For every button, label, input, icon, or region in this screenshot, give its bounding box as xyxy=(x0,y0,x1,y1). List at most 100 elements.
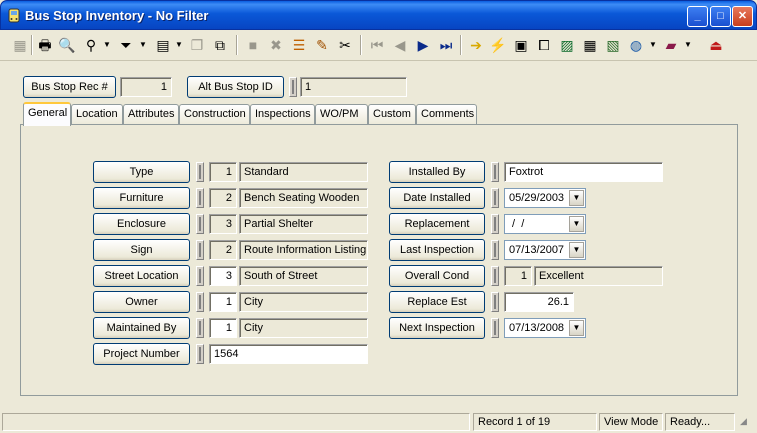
lightning-icon[interactable]: ⚡ xyxy=(487,34,509,56)
tab-comments[interactable]: Comments xyxy=(416,104,477,125)
calculator-icon[interactable]: ▦ xyxy=(579,34,601,56)
print-preview-icon[interactable]: 🔍 xyxy=(56,34,78,56)
overall-cond-button[interactable]: Overall Cond xyxy=(389,265,485,287)
book-dropdown-icon[interactable]: ▼ xyxy=(684,34,692,56)
date-installed-button[interactable]: Date Installed xyxy=(389,187,485,209)
alt-bus-stop-id-button[interactable]: Alt Bus Stop ID xyxy=(187,76,284,98)
last-inspection-field[interactable]: 07/13/2007 ▼ xyxy=(504,240,586,260)
tab-custom[interactable]: Custom xyxy=(368,104,416,125)
find-icon[interactable]: ⚲ xyxy=(80,34,102,56)
tab-general[interactable]: General xyxy=(23,102,71,126)
tab-location[interactable]: Location xyxy=(71,104,123,125)
replacement-value: / / xyxy=(509,218,525,230)
street-location-code[interactable]: 3 xyxy=(209,266,237,286)
replace-est-button[interactable]: Replace Est xyxy=(389,291,485,313)
stop-icon[interactable]: ■ xyxy=(242,34,264,56)
last-inspection-grip[interactable] xyxy=(491,240,499,260)
status-bar: Record 1 of 19 View Mode Ready... ◢ xyxy=(0,410,757,433)
first-record-icon[interactable]: ⏮ xyxy=(366,34,388,56)
globe-dropdown-icon[interactable]: ▼ xyxy=(649,34,657,56)
next-record-icon[interactable]: ▶ xyxy=(412,34,434,56)
owner-code[interactable]: 1 xyxy=(209,292,237,312)
chevron-down-icon[interactable]: ▼ xyxy=(569,242,584,258)
replacement-grip[interactable] xyxy=(491,214,499,234)
copy-record-icon[interactable]: ❐ xyxy=(186,34,208,56)
filter-icon[interactable]: ⏷ xyxy=(115,34,137,56)
furniture-grip[interactable] xyxy=(196,188,204,208)
cut-icon[interactable]: ✂ xyxy=(334,34,356,56)
installed-by-button[interactable]: Installed By xyxy=(389,161,485,183)
edit-pencil-icon[interactable]: ✎ xyxy=(311,34,333,56)
previous-record-icon[interactable]: ◀ xyxy=(389,34,411,56)
owner-grip[interactable] xyxy=(196,292,204,312)
type-grip[interactable] xyxy=(196,162,204,182)
street-location-grip[interactable] xyxy=(196,266,204,286)
street-location-button[interactable]: Street Location xyxy=(93,265,190,287)
layers-icon[interactable]: ☰ xyxy=(288,34,310,56)
maximize-button[interactable]: □ xyxy=(710,6,731,27)
replacement-button[interactable]: Replacement xyxy=(389,213,485,235)
tab-inspections[interactable]: Inspections xyxy=(250,104,315,125)
close-button[interactable]: ✕ xyxy=(732,6,753,27)
book-icon[interactable]: ▰ xyxy=(660,34,682,56)
map-icon[interactable]: ▣ xyxy=(510,34,532,56)
enclosure-button[interactable]: Enclosure xyxy=(93,213,190,235)
next-inspection-button[interactable]: Next Inspection xyxy=(389,317,485,339)
date-installed-field[interactable]: 05/29/2003 ▼ xyxy=(504,188,586,208)
tab-attributes[interactable]: Attributes xyxy=(123,104,179,125)
maintained-by-grip[interactable] xyxy=(196,318,204,338)
replacement-field[interactable]: / / ▼ xyxy=(504,214,586,234)
project-number-field[interactable]: 1564 xyxy=(209,344,368,364)
tab-construction[interactable]: Construction xyxy=(179,104,250,125)
toolbar: ▦ 🖶 🔍 ⚲ ▼ ⏷ ▼ ▤ ▼ ❐ ⧉ ■ ✖ ☰ ✎ ✂ ⏮ ◀ ▶ ⏭ … xyxy=(0,30,757,61)
maintained-by-code[interactable]: 1 xyxy=(209,318,237,338)
alt-id-grip[interactable] xyxy=(289,77,297,97)
print-icon[interactable]: 🖶 xyxy=(34,34,56,56)
sign-button[interactable]: Sign xyxy=(93,239,190,261)
go-arrow-icon[interactable]: ➔ xyxy=(465,34,487,56)
overall-cond-grip[interactable] xyxy=(491,266,499,286)
replace-est-grip[interactable] xyxy=(491,292,499,312)
exit-icon[interactable]: ⏏ xyxy=(705,34,727,56)
image-icon[interactable]: ▨ xyxy=(556,34,578,56)
project-number-button[interactable]: Project Number xyxy=(93,343,190,365)
status-ready: Ready... xyxy=(665,413,735,431)
resize-grip-icon[interactable]: ◢ xyxy=(740,416,754,430)
type-button[interactable]: Type xyxy=(93,161,190,183)
chevron-down-icon[interactable]: ▼ xyxy=(569,320,584,336)
next-inspection-field[interactable]: 07/13/2008 ▼ xyxy=(504,318,586,338)
installed-by-grip[interactable] xyxy=(491,162,499,182)
report-dropdown-icon[interactable]: ▼ xyxy=(175,34,183,56)
save-icon[interactable]: ▦ xyxy=(9,34,31,56)
maintained-by-text: City xyxy=(239,318,368,338)
furniture-button[interactable]: Furniture xyxy=(93,187,190,209)
date-installed-grip[interactable] xyxy=(491,188,499,208)
owner-button[interactable]: Owner xyxy=(93,291,190,313)
next-inspection-grip[interactable] xyxy=(491,318,499,338)
duplicate-icon[interactable]: ⧉ xyxy=(209,34,231,56)
bus-stop-rec-button[interactable]: Bus Stop Rec # xyxy=(23,76,116,98)
report-icon[interactable]: ▤ xyxy=(152,34,174,56)
minimize-button[interactable]: _ xyxy=(687,6,708,27)
last-inspection-button[interactable]: Last Inspection xyxy=(389,239,485,261)
window-title: Bus Stop Inventory - No Filter xyxy=(25,8,209,23)
globe-icon[interactable]: ◍ xyxy=(625,34,647,56)
sign-grip[interactable] xyxy=(196,240,204,260)
enclosure-text: Partial Shelter xyxy=(239,214,368,234)
sign-code: 2 xyxy=(209,240,237,260)
project-number-grip[interactable] xyxy=(196,344,204,364)
hierarchy-icon[interactable]: ⧠ xyxy=(533,34,555,56)
find-dropdown-icon[interactable]: ▼ xyxy=(103,34,111,56)
last-record-icon[interactable]: ⏭ xyxy=(435,34,457,56)
replace-est-field[interactable]: 26.1 xyxy=(504,292,574,312)
maintained-by-button[interactable]: Maintained By xyxy=(93,317,190,339)
installed-by-field[interactable]: Foxtrot xyxy=(504,162,663,182)
street-location-text: South of Street xyxy=(239,266,368,286)
filter-dropdown-icon[interactable]: ▼ xyxy=(139,34,147,56)
map-view-icon[interactable]: ▧ xyxy=(602,34,624,56)
chevron-down-icon[interactable]: ▼ xyxy=(569,216,584,232)
chevron-down-icon[interactable]: ▼ xyxy=(569,190,584,206)
delete-icon[interactable]: ✖ xyxy=(265,34,287,56)
enclosure-grip[interactable] xyxy=(196,214,204,234)
tab-wo-pm[interactable]: WO/PM xyxy=(315,104,368,125)
